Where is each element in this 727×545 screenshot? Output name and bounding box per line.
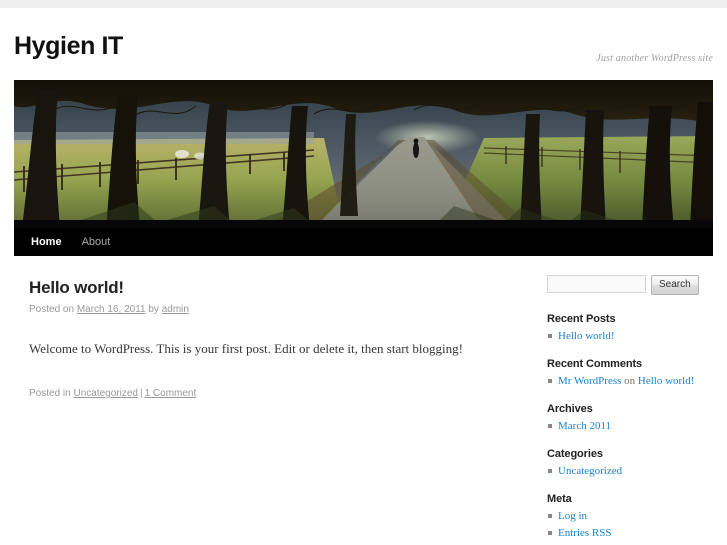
- site-title-link[interactable]: Hygien IT: [14, 32, 123, 60]
- content-wrapper: Hygien IT Just another WordPress site Ho…: [0, 8, 727, 545]
- post-meta: Posted on March 16, 2011 by admin: [29, 302, 519, 317]
- meta-entries-rss-link[interactable]: Entries RSS: [558, 527, 611, 539]
- nav-item-home[interactable]: Home: [31, 228, 82, 256]
- widget-title-recent-comments: Recent Comments: [547, 358, 643, 371]
- archives-list: March 2011: [547, 418, 699, 435]
- widget-meta: Meta Log in Entries RSS Comments RSS Wor…: [547, 493, 699, 545]
- widget-title-recent-posts: Recent Posts: [547, 313, 616, 325]
- search-button[interactable]: Search: [651, 275, 699, 295]
- header-image-graphic: [14, 80, 713, 228]
- list-item[interactable]: Entries RSS: [547, 525, 699, 542]
- list-item[interactable]: Log in: [547, 508, 699, 525]
- nav-item-about[interactable]: About: [82, 228, 131, 256]
- widget-title-categories: Categories: [547, 448, 603, 461]
- post-content: Welcome to WordPress. This is your first…: [29, 339, 519, 360]
- nav-link-home[interactable]: Home: [31, 228, 74, 256]
- post-title[interactable]: Hello world!: [29, 278, 519, 298]
- post-article: Hello world! Posted on March 16, 2011 by…: [29, 278, 519, 399]
- widget-archives: Archives March 2011: [547, 403, 699, 435]
- meta-login-link[interactable]: Log in: [558, 510, 587, 522]
- list-item[interactable]: Mr WordPress on Hello world!: [547, 373, 699, 390]
- content-column: Hello world! Posted on March 16, 2011 by…: [14, 256, 519, 545]
- widget-title-archives: Archives: [547, 403, 593, 416]
- post-category-link[interactable]: Uncategorized: [73, 388, 137, 399]
- search-input[interactable]: [547, 275, 646, 293]
- list-item[interactable]: Hello world!: [547, 328, 699, 345]
- sidebar: Search Recent Posts Hello world! Recent …: [519, 256, 699, 545]
- by-label: by: [148, 304, 159, 316]
- category-link[interactable]: Uncategorized: [558, 465, 622, 477]
- archive-link[interactable]: March 2011: [558, 420, 611, 432]
- primary-navigation[interactable]: Home About: [14, 228, 713, 256]
- posted-in-label: Posted in: [29, 388, 71, 400]
- main-area: Hello world! Posted on March 16, 2011 by…: [0, 256, 727, 545]
- comment-on-text: on: [621, 375, 638, 388]
- nav-list: Home About: [31, 228, 130, 256]
- posted-on-label: Posted on: [29, 304, 75, 316]
- categories-list: Uncategorized: [547, 463, 699, 480]
- recent-comments-list: Mr WordPress on Hello world!: [547, 373, 699, 390]
- widget-title-meta: Meta: [547, 493, 572, 506]
- recent-posts-list: Hello world!: [547, 328, 699, 345]
- header-image: [14, 80, 713, 228]
- list-item[interactable]: Uncategorized: [547, 463, 699, 480]
- widget-recent-comments: Recent Comments Mr WordPress on Hello wo…: [547, 358, 699, 390]
- list-item[interactable]: March 2011: [547, 418, 699, 435]
- page-root: Hygien IT Just another WordPress site Ho…: [0, 0, 727, 545]
- footer-separator: |: [139, 388, 143, 400]
- recent-post-link[interactable]: Hello world!: [558, 330, 615, 342]
- widget-categories: Categories Uncategorized: [547, 448, 699, 480]
- post-date-link[interactable]: March 16, 2011: [77, 304, 146, 315]
- post-author-link[interactable]: admin: [162, 304, 189, 315]
- comment-post-link[interactable]: Hello world!: [638, 375, 695, 387]
- widget-recent-posts: Recent Posts Hello world!: [547, 313, 699, 345]
- post-comments-link[interactable]: 1 Comment: [145, 388, 197, 399]
- nav-link-about[interactable]: About: [82, 228, 123, 256]
- site-title[interactable]: Hygien IT: [14, 34, 123, 59]
- post-footer: Posted in Uncategorized | 1 Comment: [29, 388, 519, 399]
- comment-author-link[interactable]: Mr WordPress: [558, 375, 621, 387]
- site-description: Just another WordPress site: [596, 53, 713, 64]
- site-branding: Hygien IT Just another WordPress site: [0, 8, 727, 80]
- search-form[interactable]: Search: [547, 275, 699, 295]
- post-body-text: Welcome to WordPress. This is your first…: [29, 341, 463, 357]
- meta-list: Log in Entries RSS Comments RSS WordPres…: [547, 508, 699, 545]
